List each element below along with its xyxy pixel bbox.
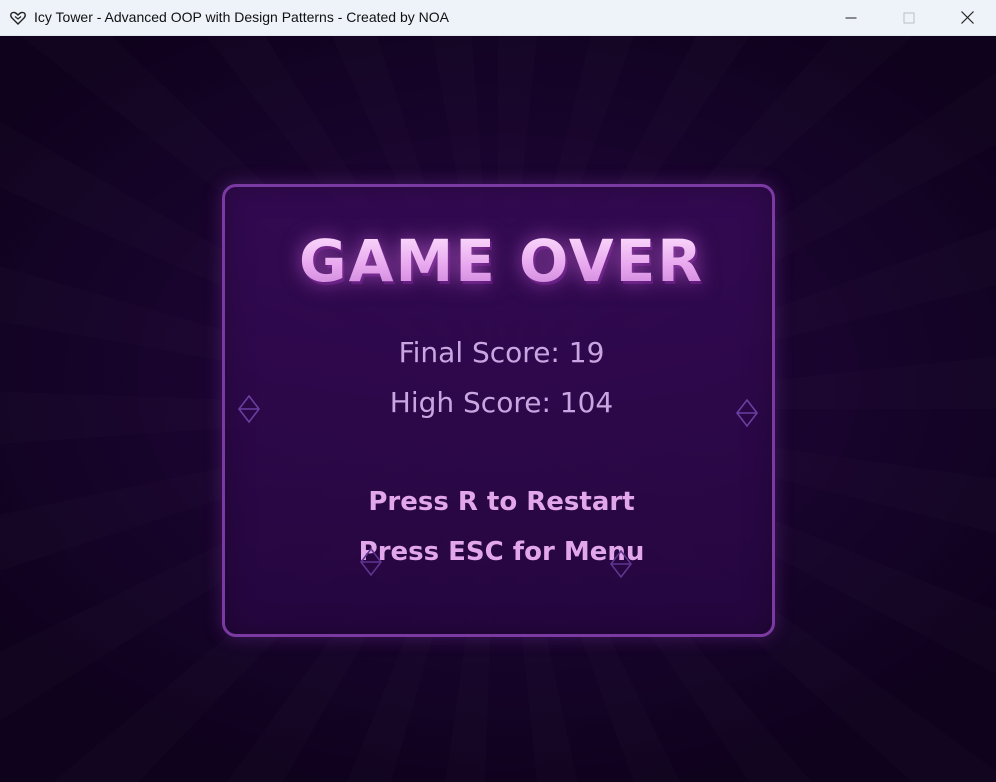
game-canvas[interactable]: GAME OVER Final Score: 19 High Score: 10… [0, 36, 996, 782]
game-over-panel: GAME OVER Final Score: 19 High Score: 10… [222, 184, 775, 637]
maximize-icon [903, 12, 915, 23]
maximize-button[interactable] [880, 0, 938, 35]
close-icon [960, 11, 974, 24]
window-titlebar: Icy Tower - Advanced OOP with Design Pat… [0, 0, 996, 36]
minimize-button[interactable] [822, 0, 880, 35]
game-over-title: GAME OVER [225, 227, 778, 295]
restart-prompt: Press R to Restart [368, 487, 635, 517]
heart-app-icon [10, 11, 26, 25]
close-button[interactable] [938, 0, 996, 35]
menu-prompt: Press ESC for Menu [358, 537, 645, 567]
diamond-ornament-icon [735, 398, 759, 428]
diamond-ornament-icon [609, 549, 633, 579]
minimize-icon [845, 17, 857, 18]
window-title: Icy Tower - Advanced OOP with Design Pat… [34, 9, 449, 25]
diamond-ornament-icon [237, 394, 261, 424]
final-score: Final Score: 19 [398, 336, 605, 369]
diamond-ornament-icon [359, 547, 383, 577]
high-score: High Score: 104 [389, 386, 614, 419]
